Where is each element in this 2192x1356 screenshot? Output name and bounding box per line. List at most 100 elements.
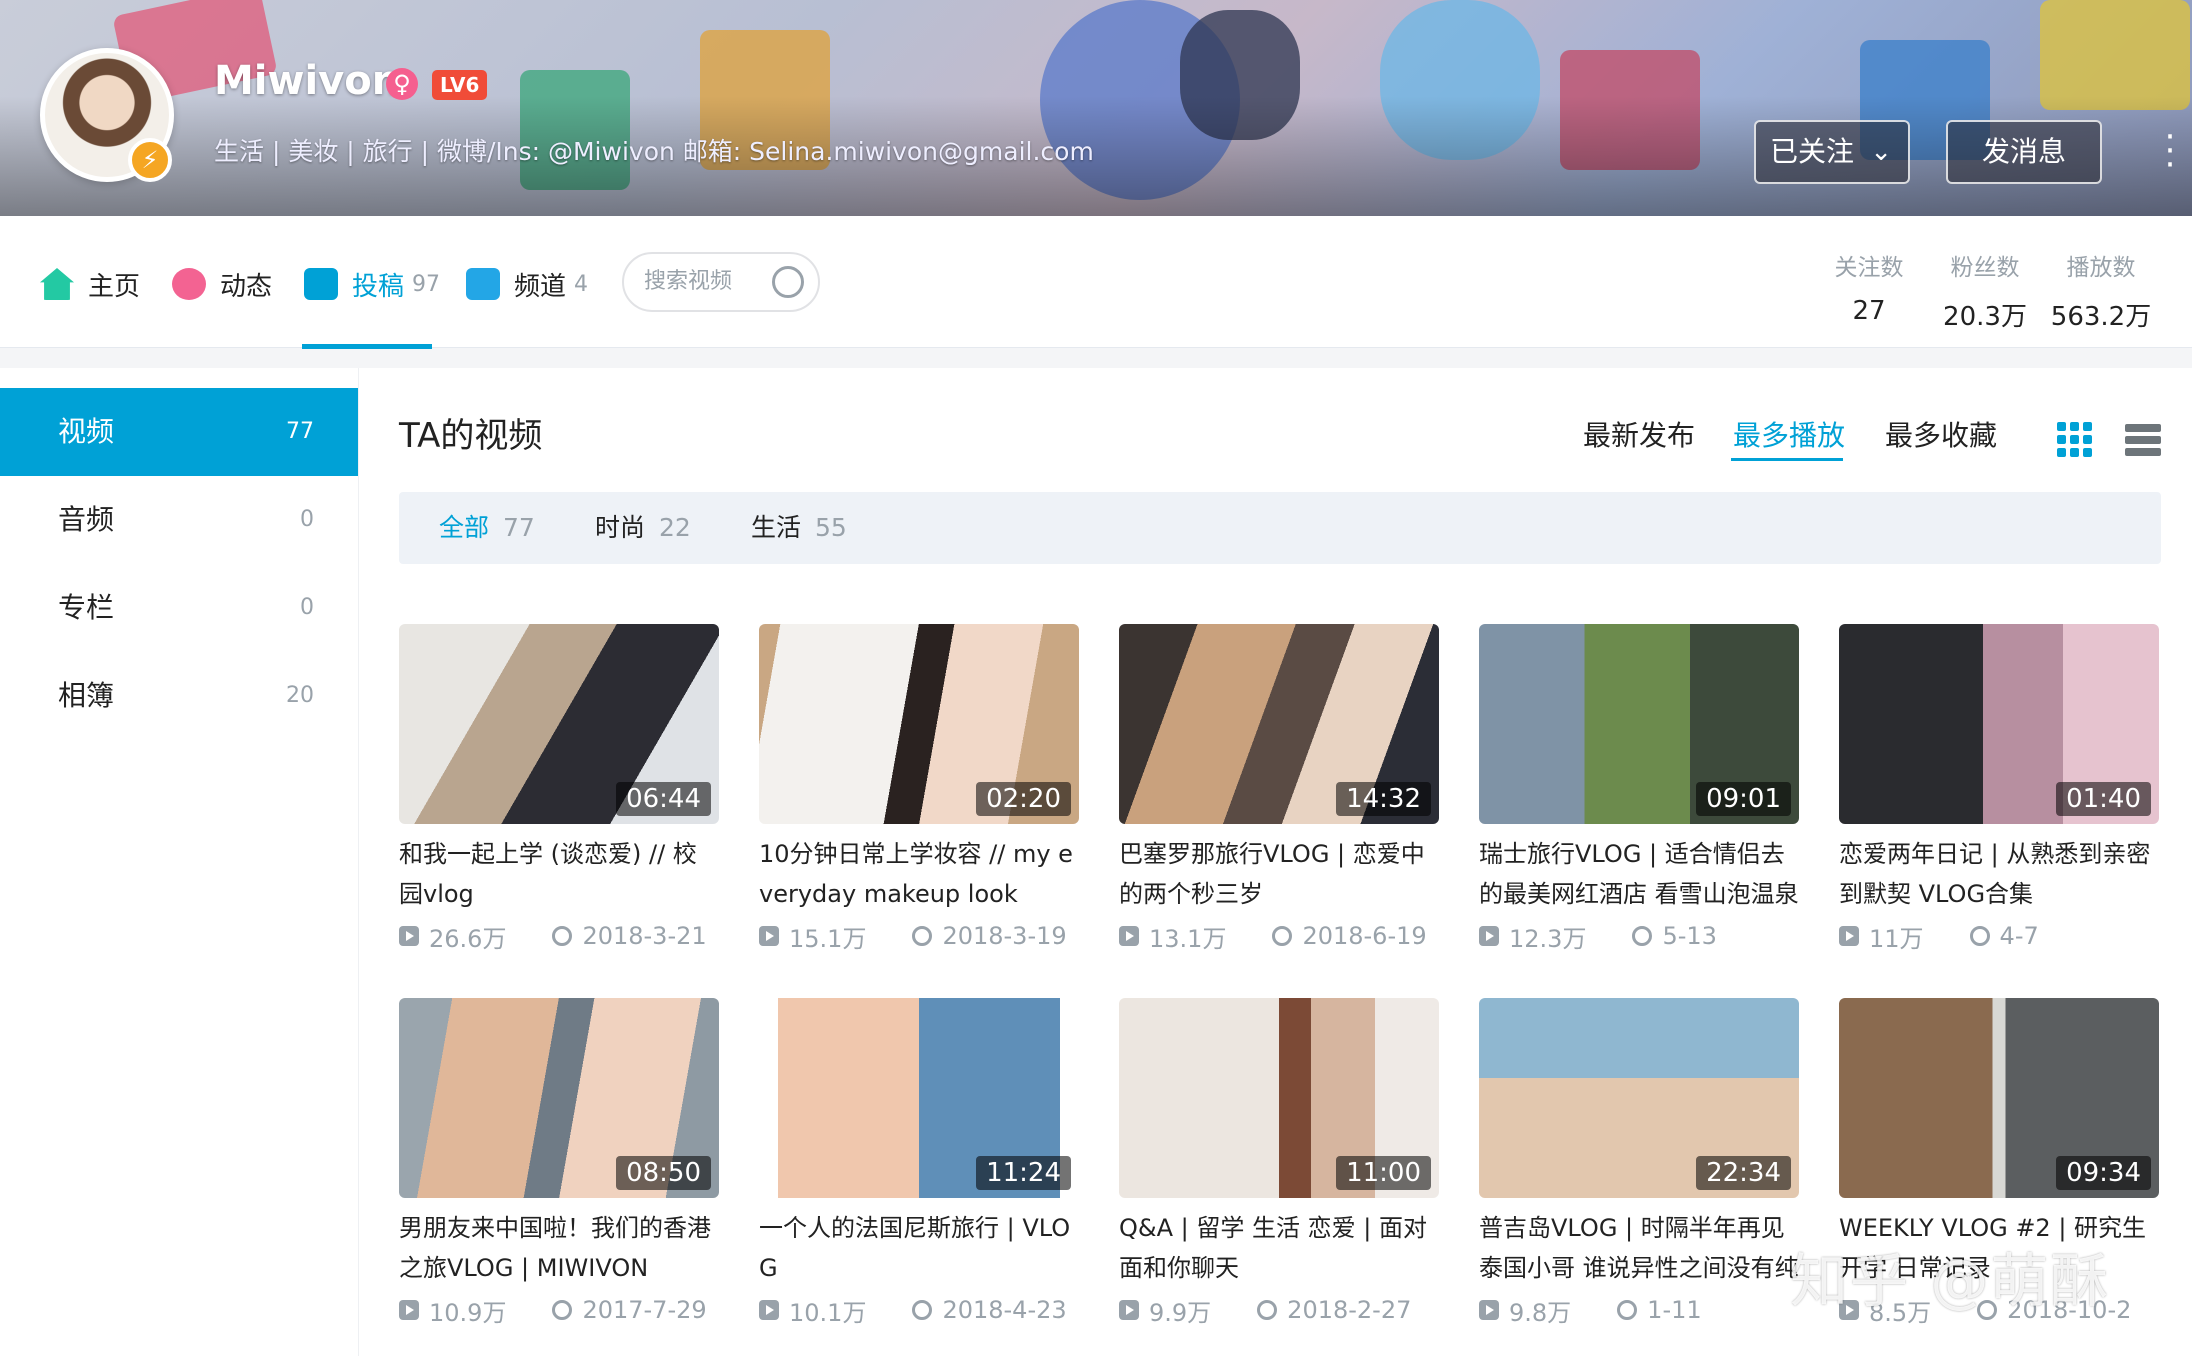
sidebar-item-label: 视频 (58, 415, 115, 448)
clock-icon (1257, 1300, 1278, 1320)
sidebar-item-label: 专栏 (58, 591, 115, 624)
video-card[interactable]: 09:01 瑞士旅行VLOG | 适合情侣去的最美网红酒店 看雪山泡温泉 12.… (1479, 624, 1799, 953)
video-title[interactable]: Q&A | 留学 生活 恋爱 | 面对面和你聊天 (1119, 1208, 1439, 1288)
video-title[interactable]: 恋爱两年日记 | 从熟悉到亲密到默契 VLOG合集 (1839, 834, 2159, 914)
video-title[interactable]: 10分钟日常上学妆容 // my everyday makeup look (759, 834, 1079, 914)
sidebar-item-count: 0 (300, 507, 314, 532)
video-thumbnail[interactable]: 06:44 (399, 624, 719, 824)
sort-most-favorited[interactable]: 最多收藏 (1885, 414, 1997, 454)
stat-value: 563.2万 (2050, 302, 2152, 332)
video-title[interactable]: 和我一起上学 (谈恋爱) // 校园vlog (399, 834, 719, 914)
sidebar-item-audio[interactable]: 音频 0 (0, 476, 358, 564)
video-title[interactable]: 巴塞罗那旅行VLOG | 恋爱中的两个秒三岁 (1119, 834, 1439, 914)
video-duration: 09:01 (1696, 782, 1791, 816)
upload-date: 4-7 (1999, 922, 2039, 950)
view-count: 10.9万 (429, 1298, 507, 1327)
video-title[interactable]: 男朋友来中国啦！我们的香港之旅VLOG | MIWIVON (399, 1208, 719, 1288)
sidebar-item-count: 0 (300, 595, 314, 620)
video-card[interactable]: 11:00 Q&A | 留学 生活 恋爱 | 面对面和你聊天 9.9万 2018… (1119, 998, 1439, 1327)
upload-date: 5-13 (1662, 922, 1717, 950)
video-search-input[interactable]: 搜索视频 (622, 252, 820, 312)
video-card[interactable]: 22:34 普吉岛VLOG | 时隔半年再见泰国小哥 谁说异性之间没有纯 9.8… (1479, 998, 1799, 1327)
view-count: 9.9万 (1149, 1298, 1212, 1327)
clock-icon (1632, 926, 1653, 946)
tab-home[interactable]: 主页 (40, 260, 140, 308)
category-filter-bar: 全部 77 时尚 22 生活 55 (399, 492, 2161, 564)
page-title: TA的视频 (399, 416, 543, 456)
clock-icon (912, 1300, 933, 1320)
filter-label: 生活 (751, 513, 802, 542)
video-card[interactable]: 02:20 10分钟日常上学妆容 // my everyday makeup l… (759, 624, 1079, 953)
view-count: 10.1万 (789, 1298, 867, 1327)
video-meta: 12.3万 5-13 (1479, 920, 1799, 953)
stat-label: 关注数 (1834, 255, 1904, 281)
follow-button[interactable]: 已关注 ⌄ (1754, 120, 1910, 184)
lightning-icon: ⚡ (128, 138, 172, 182)
video-duration: 06:44 (616, 782, 711, 816)
video-meta: 13.1万 2018-6-19 (1119, 920, 1439, 953)
play-count-icon (1119, 926, 1139, 946)
video-thumbnail[interactable]: 09:34 (1839, 998, 2159, 1198)
video-card[interactable]: 01:40 恋爱两年日记 | 从熟悉到亲密到默契 VLOG合集 11万 4-7 (1839, 624, 2159, 953)
video-card[interactable]: 11:24 一个人的法国尼斯旅行 | VLOG 10.1万 2018-4-23 (759, 998, 1079, 1327)
play-count-icon (1839, 926, 1859, 946)
video-card[interactable]: 06:44 和我一起上学 (谈恋爱) // 校园vlog 26.6万 2018-… (399, 624, 719, 953)
play-count-icon (759, 1300, 779, 1320)
sidebar-item-articles[interactable]: 专栏 0 (0, 564, 358, 652)
play-count-icon (759, 926, 779, 946)
filter-life[interactable]: 生活 55 (751, 492, 847, 564)
video-thumbnail[interactable]: 11:00 (1119, 998, 1439, 1198)
view-count: 26.6万 (429, 924, 507, 953)
list-view-icon[interactable] (2125, 422, 2161, 458)
video-duration: 08:50 (616, 1156, 711, 1190)
sidebar-item-albums[interactable]: 相簿 20 (0, 652, 358, 740)
video-title[interactable]: 一个人的法国尼斯旅行 | VLOG (759, 1208, 1079, 1288)
video-thumbnail[interactable]: 02:20 (759, 624, 1079, 824)
video-meta: 26.6万 2018-3-21 (399, 920, 719, 953)
upload-date: 2018-2-27 (1287, 1296, 1412, 1324)
content-type-sidebar: 视频 77 音频 0 专栏 0 相簿 20 (0, 368, 358, 1356)
sidebar-item-video[interactable]: 视频 77 (0, 388, 358, 476)
tab-label: 频道 (514, 271, 567, 302)
clock-icon (1272, 926, 1293, 946)
video-card[interactable]: 08:50 男朋友来中国啦！我们的香港之旅VLOG | MIWIVON 10.9… (399, 998, 719, 1327)
video-thumbnail[interactable]: 09:01 (1479, 624, 1799, 824)
stat-followers[interactable]: 粉丝数 20.3万 (1930, 248, 2040, 333)
video-meta: 11万 4-7 (1839, 920, 2159, 953)
sort-latest[interactable]: 最新发布 (1583, 414, 1695, 454)
video-duration: 11:00 (1336, 1156, 1431, 1190)
filter-label: 全部 (439, 513, 490, 542)
active-sort-indicator (1731, 458, 1843, 461)
grid-view-icon[interactable] (2057, 422, 2093, 458)
tab-channels[interactable]: 频道 4 (466, 260, 588, 308)
video-duration: 22:34 (1696, 1156, 1791, 1190)
upload-date: 2018-6-19 (1302, 922, 1427, 950)
filter-all[interactable]: 全部 77 (439, 492, 535, 564)
video-title[interactable]: 瑞士旅行VLOG | 适合情侣去的最美网红酒店 看雪山泡温泉 (1479, 834, 1799, 914)
video-thumbnail[interactable]: 01:40 (1839, 624, 2159, 824)
upload-date: 2018-3-21 (582, 922, 707, 950)
channel-icon (466, 268, 500, 300)
filter-fashion[interactable]: 时尚 22 (595, 492, 691, 564)
video-thumbnail[interactable]: 11:24 (759, 998, 1079, 1198)
play-count-icon (1479, 1300, 1499, 1320)
view-count: 9.8万 (1509, 1298, 1572, 1327)
view-count: 15.1万 (789, 924, 867, 953)
video-thumbnail[interactable]: 22:34 (1479, 998, 1799, 1198)
video-duration: 09:34 (2056, 1156, 2151, 1190)
video-meta: 9.9万 2018-2-27 (1119, 1294, 1439, 1327)
tab-dynamics[interactable]: 动态 (172, 260, 272, 308)
send-message-button[interactable]: 发消息 (1946, 120, 2102, 184)
tab-uploads[interactable]: 投稿 97 (304, 260, 440, 308)
stat-following[interactable]: 关注数 27 (1814, 248, 1924, 326)
video-thumbnail[interactable]: 08:50 (399, 998, 719, 1198)
video-card[interactable]: 14:32 巴塞罗那旅行VLOG | 恋爱中的两个秒三岁 13.1万 2018-… (1119, 624, 1439, 953)
more-options-icon[interactable]: · · · (2160, 120, 2180, 182)
sidebar-item-count: 20 (286, 683, 314, 708)
clock-icon (552, 1300, 573, 1320)
sort-most-played[interactable]: 最多播放 (1733, 414, 1845, 454)
video-thumbnail[interactable]: 14:32 (1119, 624, 1439, 824)
search-icon[interactable] (772, 266, 804, 298)
follow-label: 已关注 (1770, 135, 1855, 168)
video-title[interactable]: 普吉岛VLOG | 时隔半年再见泰国小哥 谁说异性之间没有纯 (1479, 1208, 1799, 1288)
